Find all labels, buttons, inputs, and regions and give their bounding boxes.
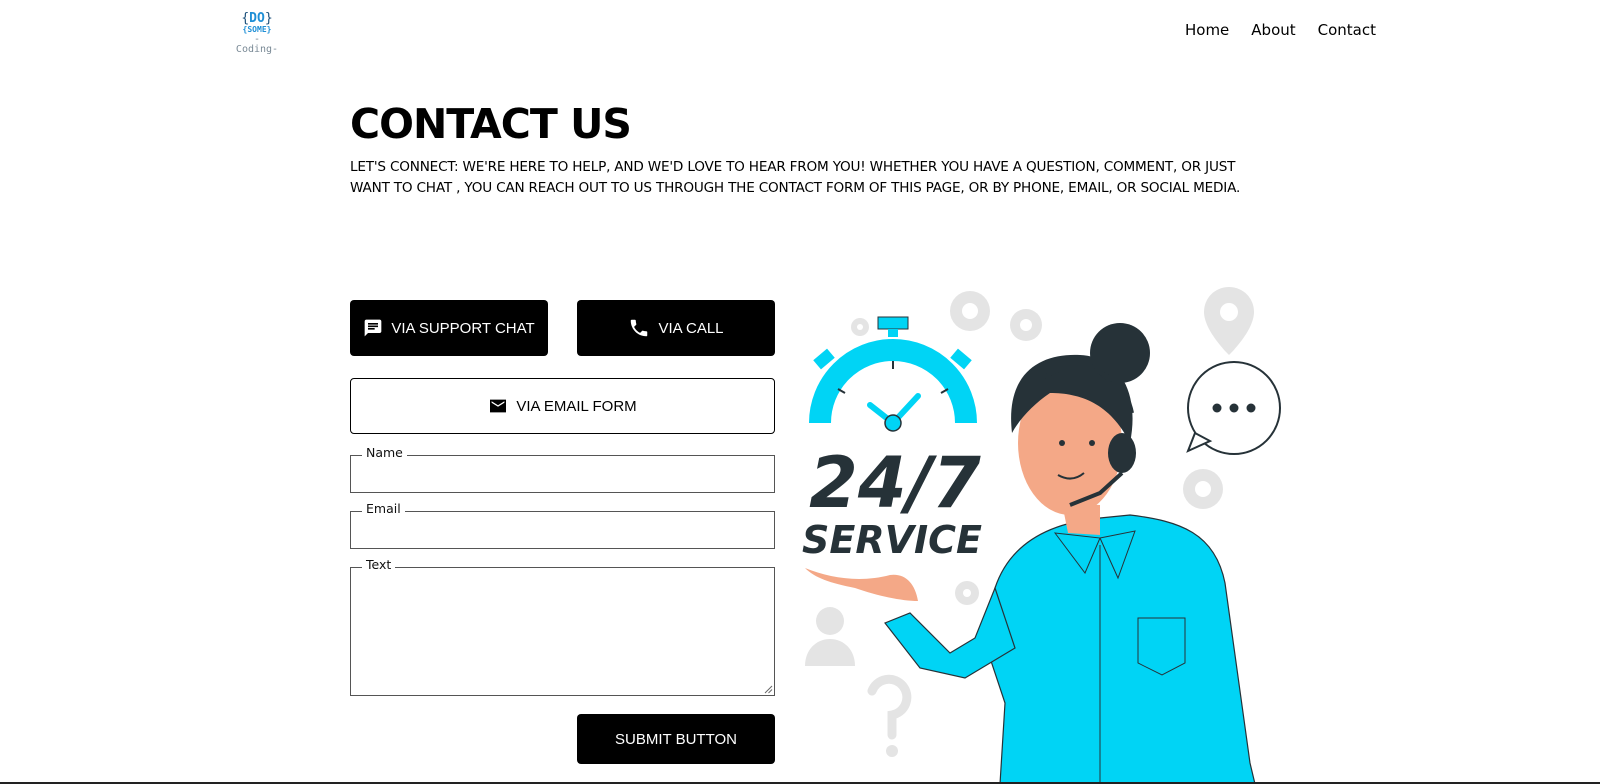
text-label: Text bbox=[362, 557, 396, 572]
text-area[interactable] bbox=[350, 567, 775, 696]
logo-line-3: -Coding- bbox=[235, 34, 279, 55]
support-agent-illustration: 24/7 SERVICE bbox=[802, 287, 1281, 784]
support-chat-button[interactable]: VIA SUPPORT CHAT bbox=[350, 300, 548, 356]
chat-icon bbox=[363, 318, 383, 338]
page-title: CONTACT US bbox=[350, 100, 632, 148]
call-button[interactable]: VIA CALL bbox=[577, 300, 775, 356]
site-logo[interactable]: {DO} {SOME} -Coding- bbox=[234, 11, 280, 55]
submit-button[interactable]: SUBMIT BUTTON bbox=[577, 714, 775, 764]
call-label: VIA CALL bbox=[658, 319, 724, 337]
user-icon bbox=[805, 607, 855, 666]
email-form-label: VIA EMAIL FORM bbox=[516, 397, 637, 415]
support-chat-label: VIA SUPPORT CHAT bbox=[391, 319, 535, 337]
nav-home-link[interactable]: Home bbox=[1185, 21, 1229, 39]
stopwatch-icon bbox=[809, 316, 977, 432]
email-field[interactable] bbox=[350, 511, 775, 549]
email-label: Email bbox=[362, 501, 405, 516]
phone-icon bbox=[628, 317, 650, 339]
envelope-icon bbox=[488, 398, 508, 414]
logo-line-2: {SOME} bbox=[242, 25, 272, 34]
intro-text: LET'S CONNECT: WE'RE HERE TO HELP, AND W… bbox=[350, 159, 1241, 196]
main-nav: Home About Contact bbox=[1185, 21, 1376, 39]
illustration-247-text: 24/7 bbox=[809, 442, 981, 524]
nav-contact-link[interactable]: Contact bbox=[1318, 21, 1376, 39]
name-field[interactable] bbox=[350, 455, 775, 493]
submit-label: SUBMIT BUTTON bbox=[615, 730, 737, 748]
name-label: Name bbox=[362, 445, 407, 460]
question-mark-icon bbox=[867, 674, 912, 757]
resize-handle-icon[interactable] bbox=[764, 685, 773, 694]
logo-line-1: {DO} bbox=[241, 11, 273, 26]
nav-about-link[interactable]: About bbox=[1251, 21, 1295, 39]
illustration-service-text: SERVICE bbox=[802, 518, 982, 562]
email-form-button[interactable]: VIA EMAIL FORM bbox=[350, 378, 775, 434]
speech-bubble-icon bbox=[1186, 361, 1281, 455]
location-pin-icon bbox=[1204, 287, 1254, 355]
